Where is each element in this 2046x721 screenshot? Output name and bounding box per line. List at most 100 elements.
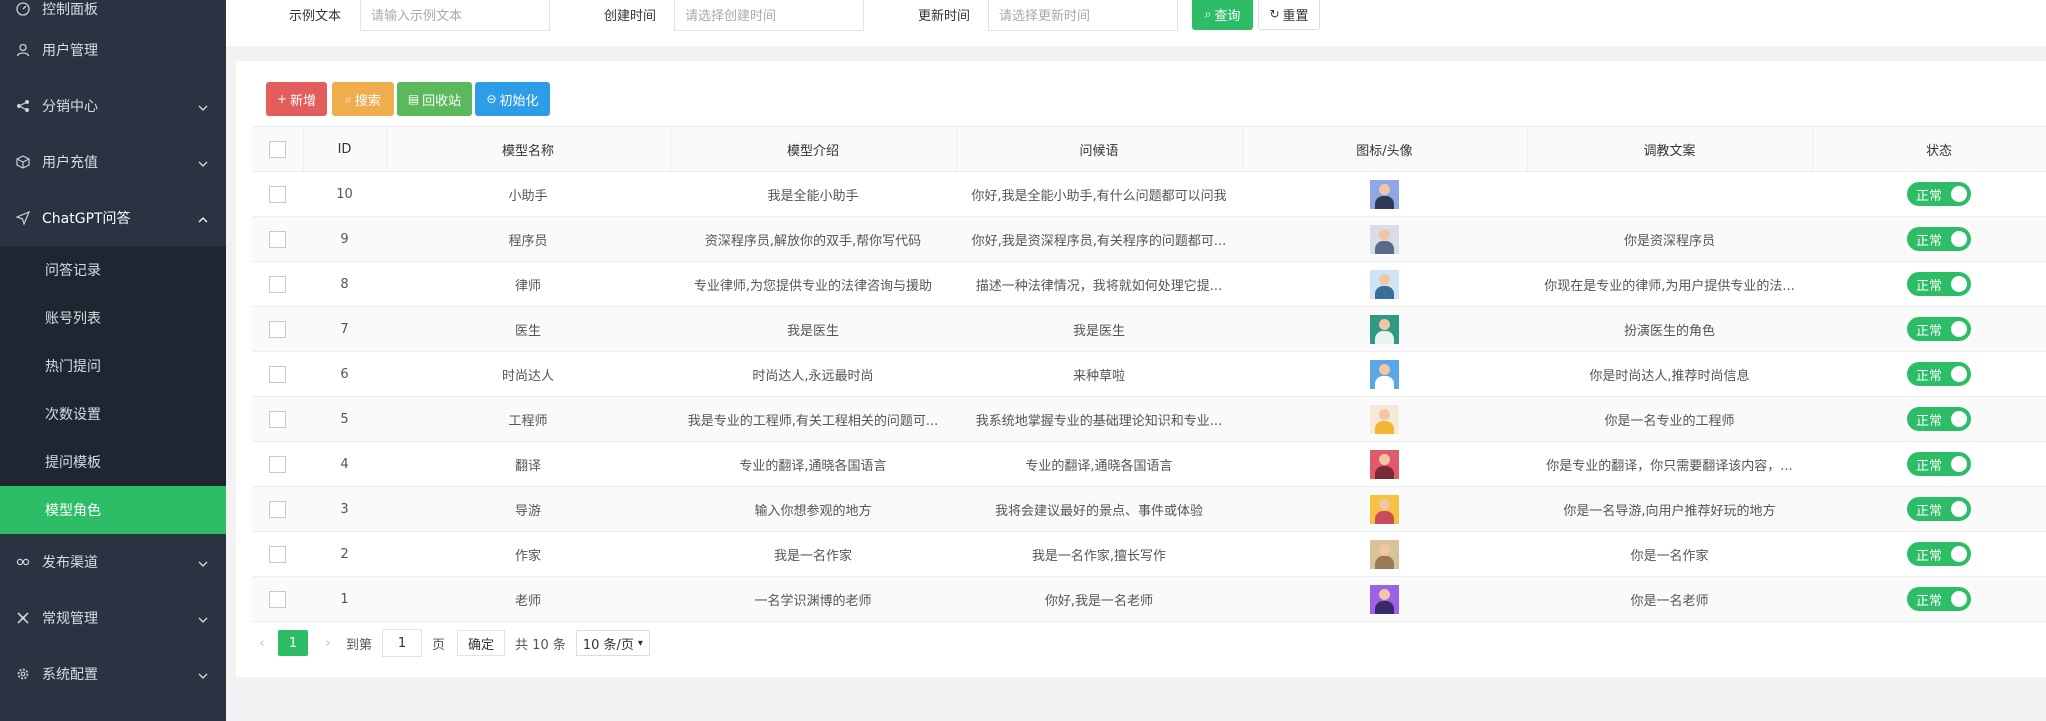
- total-count: 共 10 条: [515, 637, 566, 653]
- recycle-bin-button[interactable]: ▤ 回收站: [397, 82, 472, 116]
- avatar-head: [1379, 228, 1390, 240]
- avatar[interactable]: [1370, 404, 1399, 434]
- submenu-item-question-templates[interactable]: 提问模板: [0, 438, 226, 486]
- cell-model-intro: 专业律师,为您提供专业的法律咨询与援助: [670, 261, 956, 307]
- toggle-knob: [1951, 276, 1967, 292]
- goto-confirm-button[interactable]: 确定: [457, 630, 506, 656]
- avatar[interactable]: [1370, 584, 1399, 614]
- row-checkbox[interactable]: [269, 185, 286, 203]
- sidebar-item-chatgpt[interactable]: ChatGPT问答: [0, 190, 226, 246]
- sidebar-item-dashboard[interactable]: 控制面板: [0, 0, 226, 22]
- avatar[interactable]: [1370, 179, 1399, 209]
- sidebar-item-system[interactable]: 系统配置: [0, 646, 226, 702]
- toggle-knob: [1951, 366, 1967, 382]
- table-row: 9 程序员 资深程序员,解放你的双手,帮你写代码 你好,我是资深程序员,有关程序的问题…: [252, 216, 2046, 262]
- prev-page-icon[interactable]: ‹: [252, 636, 272, 651]
- column-header[interactable]: ID: [303, 126, 387, 172]
- share-icon: [16, 99, 30, 113]
- sidebar-item-users[interactable]: 用户管理: [0, 22, 226, 78]
- cell-greeting: 我系统地掌握专业的基础理论知识和专业...: [956, 396, 1242, 442]
- page-size-value: 10 条/页: [582, 637, 634, 653]
- status-toggle[interactable]: 正常: [1907, 452, 1971, 476]
- row-checkbox[interactable]: [269, 590, 286, 608]
- row-checkbox[interactable]: [269, 410, 286, 428]
- status-toggle[interactable]: 正常: [1907, 407, 1971, 431]
- submenu-item-count-settings[interactable]: 次数设置: [0, 390, 226, 438]
- row-checkbox[interactable]: [269, 230, 286, 248]
- avatar-head: [1379, 498, 1390, 510]
- sidebar-item-recharge[interactable]: 用户充值: [0, 134, 226, 190]
- sidebar-item-label: 常规管理: [42, 611, 98, 627]
- search-button[interactable]: ⌕ 搜索: [332, 82, 394, 116]
- status-toggle[interactable]: 正常: [1907, 362, 1971, 386]
- add-button[interactable]: + 新增: [266, 82, 327, 116]
- submenu-item-hot-questions[interactable]: 热门提问: [0, 342, 226, 390]
- next-page-icon[interactable]: ›: [318, 636, 338, 651]
- column-header[interactable]: 调教文案: [1527, 126, 1813, 172]
- recycle-bin-button-label: 回收站: [422, 93, 462, 109]
- sidebar-item-general[interactable]: 常规管理: [0, 590, 226, 646]
- status-toggle[interactable]: 正常: [1907, 182, 1971, 206]
- search-button-label: 搜索: [354, 93, 381, 109]
- cell-model-name: 老师: [386, 576, 670, 622]
- avatar[interactable]: [1370, 494, 1399, 524]
- column-header[interactable]: 模型名称: [386, 126, 671, 172]
- status-label: 正常: [1916, 278, 1943, 294]
- sidebar-item-distribution[interactable]: 分销中心: [0, 78, 226, 134]
- current-page[interactable]: 1: [278, 630, 308, 656]
- row-checkbox[interactable]: [269, 275, 286, 293]
- main-content: 示例文本 请输入示例文本 创建时间 请选择创建时间 更新时间 请选择更新时间 ⌕…: [226, 0, 2046, 721]
- avatar[interactable]: [1370, 539, 1399, 569]
- submenu-item-account-list[interactable]: 账号列表: [0, 294, 226, 342]
- chevron-down-icon: [198, 669, 208, 679]
- toggle-knob: [1951, 186, 1967, 202]
- submenu-item-qa-records[interactable]: 问答记录: [0, 246, 226, 294]
- reset-button[interactable]: ↻ 重置: [1258, 0, 1320, 30]
- avatar-body: [1375, 510, 1394, 524]
- avatar[interactable]: [1370, 359, 1399, 389]
- select-all-checkbox[interactable]: [268, 140, 286, 158]
- avatar[interactable]: [1370, 449, 1399, 479]
- reset-circle-icon: ⊝: [486, 92, 497, 106]
- row-checkbox[interactable]: [269, 545, 286, 563]
- table-row: 7 医生 我是医生 我是医生 扮演医生的角色 正常: [252, 306, 2046, 352]
- table-row: 3 导游 输入你想参观的地方 我将会建议最好的景点、事件或体验 你是一名导游,向用户推荐…: [252, 486, 2046, 532]
- init-button[interactable]: ⊝ 初始化: [475, 82, 550, 116]
- query-button[interactable]: ⌕ 查询: [1192, 0, 1253, 30]
- pagination: ‹ 1 › 到第 1 页 确定 共 10 条 10 条/页 ▾: [252, 628, 650, 658]
- created-time-input[interactable]: 请选择创建时间: [674, 0, 864, 31]
- column-header[interactable]: 模型介绍: [670, 126, 957, 172]
- init-button-label: 初始化: [499, 93, 539, 109]
- status-toggle[interactable]: 正常: [1907, 542, 1971, 566]
- row-checkbox[interactable]: [269, 365, 286, 383]
- column-header[interactable]: 问候语: [956, 126, 1243, 172]
- status-toggle[interactable]: 正常: [1907, 497, 1971, 521]
- avatar[interactable]: [1370, 224, 1399, 254]
- cell-model-name: 小助手: [386, 171, 670, 217]
- goto-page-input[interactable]: 1: [382, 629, 423, 657]
- status-toggle[interactable]: 正常: [1907, 227, 1971, 251]
- page-size-select[interactable]: 10 条/页 ▾: [575, 630, 650, 656]
- column-header[interactable]: 图标/头像: [1242, 126, 1528, 172]
- avatar[interactable]: [1370, 314, 1399, 344]
- row-checkbox[interactable]: [269, 455, 286, 473]
- status-toggle[interactable]: 正常: [1907, 272, 1971, 296]
- add-button-label: 新增: [290, 93, 317, 109]
- row-checkbox[interactable]: [269, 500, 286, 518]
- sidebar-item-channels[interactable]: 发布渠道: [0, 534, 226, 590]
- updated-time-input[interactable]: 请选择更新时间: [988, 0, 1178, 31]
- column-header[interactable]: 状态: [1812, 126, 2046, 172]
- table-row: 1 老师 一名学识渊博的老师 你好,我是一名老师 你是一名老师 正常: [252, 576, 2046, 622]
- table-row: 4 翻译 专业的翻译,通晓各国语言 专业的翻译,通晓各国语言 你是专业的翻译，你只需要翻…: [252, 441, 2046, 487]
- status-toggle[interactable]: 正常: [1907, 587, 1971, 611]
- sample-text-input[interactable]: 请输入示例文本: [360, 0, 550, 31]
- status-toggle[interactable]: 正常: [1907, 317, 1971, 341]
- avatar[interactable]: [1370, 269, 1399, 299]
- avatar-head: [1379, 318, 1390, 330]
- row-checkbox[interactable]: [269, 320, 286, 338]
- cell-prompt: 你是专业的翻译，你只需要翻译该内容，...: [1527, 441, 1812, 487]
- cell-avatar: [1242, 351, 1527, 397]
- submenu-item-model-roles[interactable]: 模型角色: [0, 486, 226, 534]
- avatar-body: [1375, 465, 1394, 479]
- cell-status: 正常: [1812, 216, 2046, 262]
